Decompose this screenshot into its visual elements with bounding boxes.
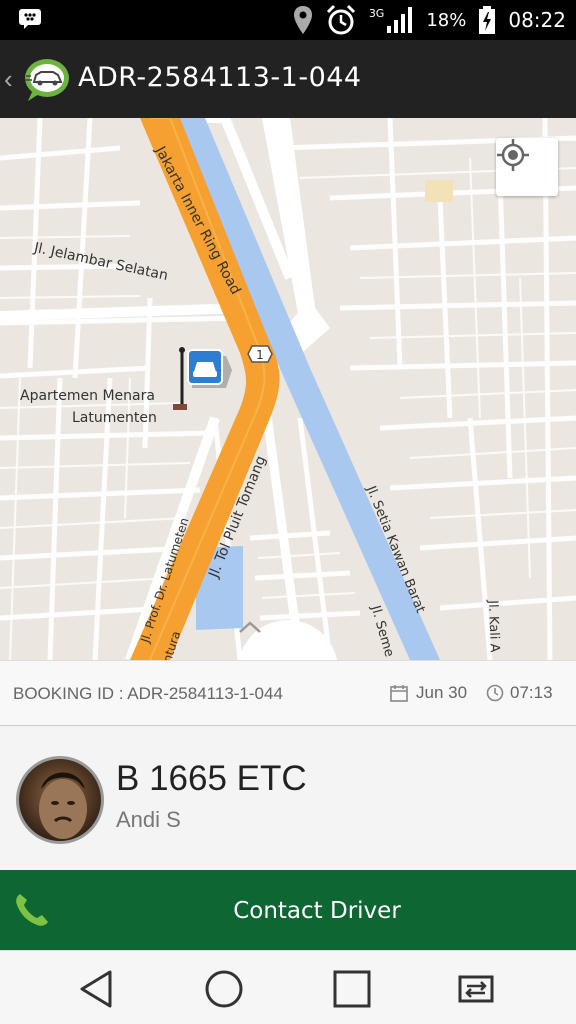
- driver-name: Andi S: [116, 807, 181, 832]
- clock: 08:22: [508, 8, 566, 32]
- map-label-apartemen-1: Apartemen Menara: [20, 388, 155, 404]
- map-label-apartemen-2: Latumenten: [72, 410, 157, 426]
- page-title: ADR-2584113-1-044: [78, 62, 362, 93]
- calendar-icon: [390, 685, 408, 702]
- chevron-up-icon: [239, 621, 261, 633]
- driver-photo-icon: [39, 772, 87, 839]
- booking-info-bar: BOOKING ID : ADR-2584113-1-044 Jun 30 07…: [0, 660, 576, 726]
- android-nav-bar: [0, 950, 576, 1024]
- booking-time-text: 07:13: [510, 683, 553, 702]
- map-view[interactable]: 1 Jl. Jelambar Selatan Jakarta Inner Rin…: [0, 118, 576, 660]
- location-icon: [293, 6, 312, 34]
- booking-date: Jun 30: [390, 683, 467, 703]
- alarm-icon: [326, 4, 355, 35]
- battery-charging-icon: [479, 6, 496, 34]
- clock-icon: [486, 684, 504, 702]
- back-icon[interactable]: [74, 967, 118, 1011]
- network-type: 3G: [368, 6, 385, 20]
- booking-date-text: Jun 30: [416, 683, 468, 702]
- contact-driver-label: Contact Driver: [233, 898, 401, 924]
- driver-panel: B 1665 ETC Andi S: [0, 727, 576, 870]
- status-bar: 3G 18% 08:22: [0, 0, 576, 40]
- route-number: 1: [256, 348, 264, 362]
- my-location-button[interactable]: [496, 138, 558, 196]
- back-chevron-icon[interactable]: ‹: [4, 64, 13, 95]
- app-logo-icon[interactable]: [22, 54, 72, 104]
- map-label-kali: Jl. Kali A: [485, 600, 502, 653]
- booking-id: BOOKING ID : ADR-2584113-1-044: [13, 684, 283, 703]
- crosshair-icon: [497, 139, 529, 171]
- switch-app-icon[interactable]: [454, 967, 498, 1011]
- signal-icon: [387, 7, 413, 33]
- recent-apps-icon[interactable]: [330, 967, 374, 1011]
- home-icon[interactable]: [202, 967, 246, 1011]
- booking-time: 07:13: [486, 683, 553, 703]
- app-bar: ‹ ADR-2584113-1-044: [0, 40, 576, 118]
- contact-driver-button[interactable]: Contact Driver: [0, 870, 576, 950]
- battery-percent: 18%: [426, 9, 467, 31]
- bbm-icon: [19, 9, 41, 29]
- driver-avatar: [16, 756, 104, 844]
- vehicle-plate: B 1665 ETC: [116, 759, 307, 798]
